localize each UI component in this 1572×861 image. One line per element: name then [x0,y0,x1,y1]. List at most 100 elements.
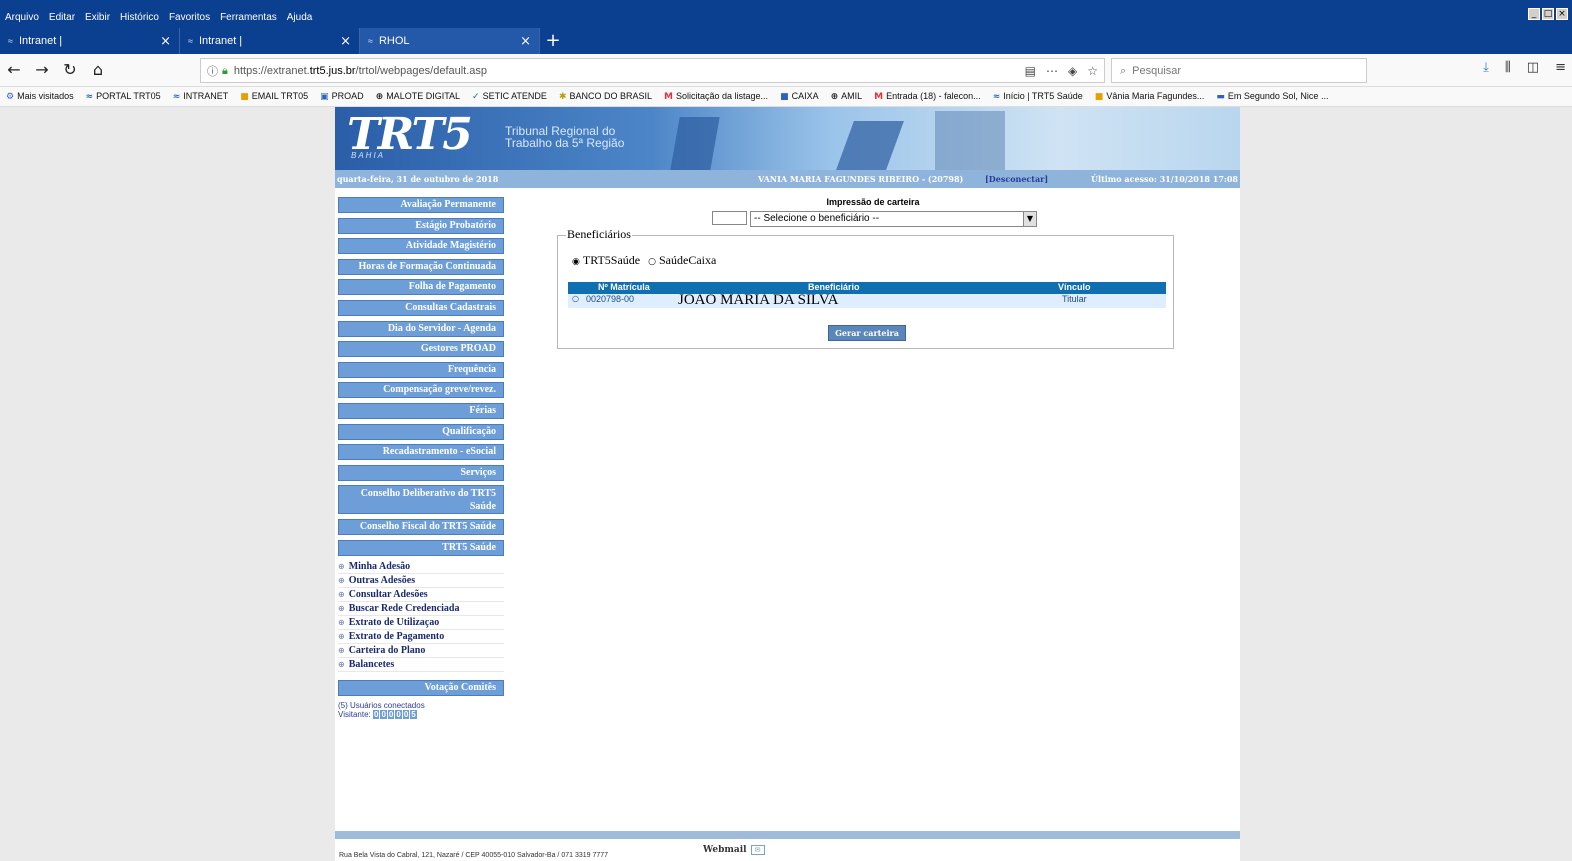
info-icon[interactable]: ⓘ [207,63,218,79]
beneficiary-selector: -- Selecione o beneficiário -- ▼ [712,211,1037,227]
bookmark-item[interactable]: ≈ PORTAL TRT05 [80,91,167,102]
disconnect-link[interactable]: [Desconectar] [985,174,1048,184]
search-input[interactable]: ⌕ Pesquisar [1111,58,1367,83]
bookmark-item[interactable]: ■ EMAIL TRT05 [234,91,314,102]
hamburger-menu-icon[interactable]: ≡ [1555,60,1566,75]
bookmark-item[interactable]: M Entrada (18) - falecon... [868,91,987,102]
sidebar-item-compensacao[interactable]: Compensação greve/revez. [338,382,504,399]
menubar: Arquivo Editar Exibir Histórico Favorito… [0,10,317,26]
sidebar-item-recadastramento[interactable]: Recadastramento - eSocial [338,444,504,461]
menu-favoritos[interactable]: Favoritos [164,10,215,26]
radio-trt5saude[interactable]: ◉ TRT5Saúde [572,253,640,268]
close-icon[interactable]: × [160,34,171,49]
bookmark-item[interactable]: ≈ INTRANET [167,91,235,102]
bookmark-item[interactable]: ✓ SETIC ATENDE [466,91,553,102]
visitor-counter: Visitante: 0 0 0 0 0 5 [338,709,504,719]
radio-label: SaúdeCaixa [659,253,717,267]
url-bar[interactable]: ⓘ 🔒︎ https://extranet. trt5.jus.br/trtol/… [200,58,1105,83]
tab-title: Intranet | [18,35,63,47]
bookmark-item[interactable]: ⊕ MALOTE DIGITAL [370,91,466,102]
sidebar-item-magisterio[interactable]: Atividade Magistério [338,238,504,255]
bookmark-item[interactable]: M Solicitação da listage... [658,91,774,102]
sidebar-toggle-icon[interactable]: ◫ [1527,60,1539,75]
beneficiary-code-input[interactable] [712,211,747,225]
maximize-button[interactable]: □ [1542,8,1554,20]
sidebar-item-ferias[interactable]: Férias [338,402,504,419]
reload-icon[interactable]: ↻ [56,56,84,84]
lock-icon: 🔒︎ [222,63,228,77]
menu-exibir[interactable]: Exibir [80,10,115,26]
radio-checked-icon: ◉ [572,257,580,267]
sidebar-item-servicos[interactable]: Serviços [338,464,504,481]
close-window-button[interactable]: × [1556,8,1568,20]
user-name: VANIA MARIA FAGUNDES RIBEIRO - (20798) [758,174,964,184]
sidebar-item-consultas[interactable]: Consultas Cadastrais [338,299,504,316]
logo-subtitle: BAHIA [351,151,386,160]
library-icon[interactable]: ⫼ [1505,60,1511,75]
footer-address: Rua Bela Vista do Cabral, 121, Nazaré / … [339,852,609,859]
close-icon[interactable]: × [340,34,351,49]
table-header: Nº Matrícula Beneficiário Vínculo [568,282,1166,294]
menu-editar[interactable]: Editar [44,10,80,26]
sidebar-item-horas-formacao[interactable]: Horas de Formação Continuada [338,258,504,275]
bookmark-item[interactable]: ▬ Em Segundo Sol, Nice ... [1210,91,1334,102]
url-host: trt5.jus.br [309,64,356,77]
sidebar-item-votacao[interactable]: Votação Comitês [338,680,504,697]
gerar-carteira-button[interactable]: Gerar carteira [828,325,906,341]
menu-historico[interactable]: Histórico [115,10,164,26]
sidebar-item-qualificacao[interactable]: Qualificação [338,423,504,440]
more-actions-icon[interactable]: ⋯ [1046,64,1058,78]
cell-vinculo: Titular [1062,294,1087,304]
bookmark-item[interactable]: ■ CAIXA [774,91,825,102]
bookmark-star-icon[interactable]: ☆ [1087,64,1098,78]
chevron-down-icon[interactable]: ▼ [1023,212,1036,226]
tab-rhol[interactable]: ≈ RHOL × [360,28,540,54]
sidebar-item-conselho-deliberativo[interactable]: Conselho Deliberativo do TRT5 Saúde [338,485,504,515]
search-icon: ⌕ [1120,63,1127,77]
webmail-link[interactable]: Webmail ✉ [703,845,765,855]
bookmark-item[interactable]: ✱ BANCO DO BRASIL [553,91,658,102]
bookmark-item[interactable]: ■ Vânia Maria Fagundes... [1089,91,1211,102]
sidebar-item-trt5-saude[interactable]: TRT5 Saúde [338,539,504,556]
reader-view-icon[interactable]: ▤ [1025,64,1036,78]
expand-icon: ⊕ [338,562,345,572]
submenu-item[interactable]: ⊕ Buscar Rede Credenciada [338,602,504,617]
sidebar-item-dia-servidor[interactable]: Dia do Servidor - Agenda [338,320,504,337]
submenu-item[interactable]: ⊕ Carteira do Plano [338,644,504,659]
submenu-item[interactable]: ⊕ Balancetes [338,658,504,673]
bookmark-item[interactable]: ▣ PROAD [314,91,370,102]
sidebar-item-frequencia[interactable]: Frequência [338,361,504,378]
page-viewport: TRT5 BAHIA Tribunal Regional do Trabalho… [0,107,1572,861]
minimize-button[interactable]: _ [1528,8,1540,20]
tab-intranet-1[interactable]: ≈ Intranet | × [0,28,180,54]
visitor-label: Visitante: [338,709,371,719]
pocket-icon[interactable]: ◈ [1068,64,1077,78]
menu-ferramentas[interactable]: Ferramentas [215,10,282,26]
menu-arquivo[interactable]: Arquivo [0,10,44,26]
sidebar-item-avaliacao[interactable]: Avaliação Permanente [338,197,504,213]
menu-ajuda[interactable]: Ajuda [282,10,318,26]
back-arrow-icon[interactable]: ← [0,56,28,84]
beneficiary-select[interactable]: -- Selecione o beneficiário -- ▼ [750,211,1037,227]
tab-intranet-2[interactable]: ≈ Intranet | × [180,28,360,54]
radio-saudecaixa[interactable]: ○ SaúdeCaixa [648,253,716,268]
home-icon[interactable]: ⌂ [84,56,112,84]
sidebar-item-estagio[interactable]: Estágio Probatório [338,217,504,234]
bookmark-item[interactable]: ⊕ AMIL [825,91,869,102]
submenu-item[interactable]: ⊕ Minha Adesão [338,560,504,575]
table-row[interactable]: ○ 0020798-00 JOAO MARIA DA SILVA Titular [568,292,1166,308]
submenu-item[interactable]: ⊕ Extrato de Utilizaçao [338,616,504,631]
bookmark-item[interactable]: ⚙ Mais visitados [0,91,80,102]
bookmark-item[interactable]: ≈ Início | TRT5 Saúde [987,91,1089,102]
submenu-label: Extrato de Utilizaçao [348,617,440,629]
sidebar-item-gestores[interactable]: Gestores PROAD [338,341,504,358]
submenu-item[interactable]: ⊕ Extrato de Pagamento [338,630,504,645]
submenu-item[interactable]: ⊕ Consultar Adesões [338,588,504,603]
download-icon[interactable]: ⤓ [1483,60,1489,75]
sidebar-item-conselho-fiscal[interactable]: Conselho Fiscal do TRT5 Saúde [338,518,504,535]
new-tab-button[interactable]: + [540,28,566,54]
forward-arrow-icon[interactable]: → [28,56,56,84]
close-icon[interactable]: × [520,34,531,49]
sidebar-item-folha[interactable]: Folha de Pagamento [338,279,504,296]
submenu-item[interactable]: ⊕ Outras Adesões [338,574,504,589]
